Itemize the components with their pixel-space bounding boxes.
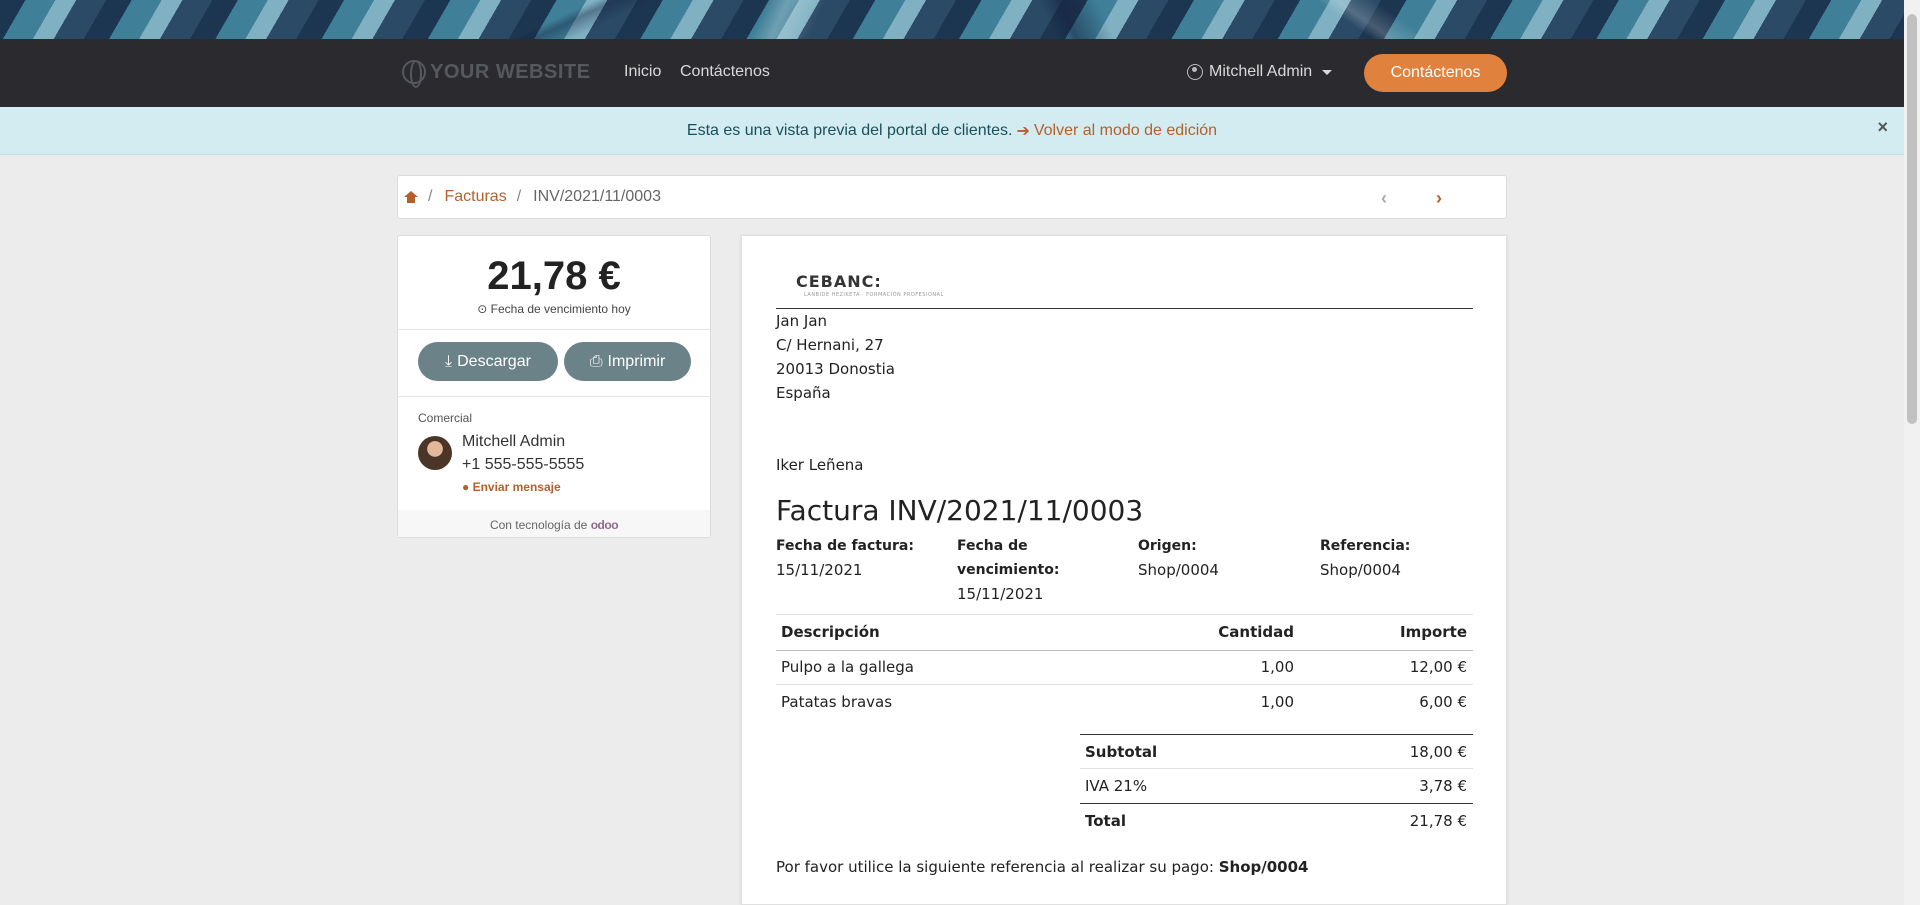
reference-value: Shop/0004 xyxy=(1320,561,1401,579)
print-button[interactable]: ⎙ Imprimir xyxy=(564,342,691,381)
header-rule xyxy=(776,308,1473,309)
payment-reference: Shop/0004 xyxy=(1218,858,1309,876)
odoo-logo[interactable]: odoo xyxy=(591,518,619,532)
download-button[interactable]: ⤓ Descargar xyxy=(418,342,558,381)
print-label: Imprimir xyxy=(607,352,666,370)
send-message-label: Enviar mensaje xyxy=(472,480,561,494)
totals-rule xyxy=(1080,734,1473,735)
invoice-date-label: Fecha de factura: xyxy=(776,538,914,554)
divider xyxy=(398,329,710,330)
column-header-quantity: Cantidad xyxy=(1218,623,1294,641)
due-date: 15/11/2021 xyxy=(957,585,1044,603)
column-header-amount: Importe xyxy=(1400,623,1467,641)
line-description: Pulpo a la gallega xyxy=(781,658,915,676)
company-tagline: LANBIDE HEZIKETA · FORMACIÓN PROFESIONAL xyxy=(804,292,944,298)
powered-by-text: Con tecnología de xyxy=(489,518,588,532)
breadcrumb-current: INV/2021/11/0003 xyxy=(533,188,661,205)
subtotal-value: 18,00 € xyxy=(1409,743,1467,761)
comment-icon: ● xyxy=(462,480,470,494)
salesperson-name: Mitchell Admin xyxy=(462,433,566,450)
payment-note-text: Por favor utilice la siguiente referenci… xyxy=(776,858,1214,876)
portal-preview-alert: Esta es una vista previa del portal de c… xyxy=(0,107,1904,155)
line-quantity: 1,00 xyxy=(1260,693,1294,711)
line-description: Patatas bravas xyxy=(781,693,893,711)
table-rule xyxy=(776,614,1473,615)
tax-value: 3,78 € xyxy=(1419,777,1467,795)
company-address-line: 20013 Donostia xyxy=(776,360,895,378)
origin-label: Origen: xyxy=(1138,538,1197,554)
due-date-label: vencimiento: xyxy=(957,562,1060,578)
breadcrumb: / Facturas / INV/2021/11/0003 xyxy=(397,175,1507,219)
back-to-edit-link[interactable]: Volver al modo de edición xyxy=(1034,122,1217,140)
caret-down-icon xyxy=(1322,69,1333,75)
payment-reference-note: Por favor utilice la siguiente referenci… xyxy=(776,858,1308,876)
clock-icon: ⊙ xyxy=(477,302,488,316)
breadcrumb-separator: / xyxy=(428,188,433,205)
origin-value: Shop/0004 xyxy=(1138,561,1219,579)
customer-name: Iker Leñena xyxy=(776,456,864,474)
total-label: Total xyxy=(1085,812,1126,830)
tax-label: IVA 21% xyxy=(1085,777,1148,795)
breadcrumb-facturas[interactable]: Facturas xyxy=(444,188,506,206)
salesperson-heading: Comercial xyxy=(418,411,473,425)
contact-us-button[interactable]: Contáctenos xyxy=(1364,54,1507,92)
table-rule xyxy=(776,684,1473,685)
header-banner-image xyxy=(0,0,1904,39)
download-icon: ⤓ xyxy=(445,352,453,370)
invoice-title: Factura INV/2021/11/0003 xyxy=(776,494,1144,527)
column-header-description: Descripción xyxy=(781,623,880,641)
salesperson-phone: +1 555-555-5555 xyxy=(462,456,585,473)
navbar xyxy=(0,39,1904,107)
download-label: Descargar xyxy=(457,352,531,370)
company-address-line: España xyxy=(776,384,831,402)
prev-record-icon[interactable]: ‹ xyxy=(1381,188,1387,209)
breadcrumb-separator: / xyxy=(516,188,522,205)
line-amount: 12,00 € xyxy=(1409,658,1467,676)
company-address-line: Jan Jan xyxy=(776,312,828,330)
alert-text: Esta es una vista previa del portal de c… xyxy=(686,121,1013,139)
due-date-text: Fecha de vencimiento hoy xyxy=(490,302,631,316)
line-amount: 6,00 € xyxy=(1419,693,1467,711)
arrow-right-icon: ➔ xyxy=(1016,122,1030,140)
line-quantity: 1,00 xyxy=(1260,658,1294,676)
site-logo[interactable]: YOUR WEBSITE xyxy=(402,60,591,88)
avatar xyxy=(418,436,452,470)
next-record-icon[interactable]: › xyxy=(1436,188,1442,209)
nav-link-inicio[interactable]: Inicio xyxy=(624,63,661,81)
nav-link-contactenos[interactable]: Contáctenos xyxy=(680,63,770,81)
user-circle-icon xyxy=(1187,64,1203,80)
due-date-label: Fecha de xyxy=(957,538,1028,554)
reference-label: Referencia: xyxy=(1320,538,1411,554)
send-message-link[interactable]: ● Enviar mensaje xyxy=(462,480,561,494)
totals-rule xyxy=(1080,803,1473,804)
site-logo-text: YOUR WEBSITE xyxy=(430,60,591,83)
company-address-line: C/ Hernani, 27 xyxy=(776,336,884,354)
user-menu-dropdown[interactable]: Mitchell Admin xyxy=(1187,63,1333,81)
due-date-note: ⊙ Fecha de vencimiento hoy xyxy=(398,302,710,316)
totals-rule xyxy=(1080,768,1473,769)
printer-icon: ⎙ xyxy=(589,352,603,370)
table-rule xyxy=(776,650,1473,651)
close-icon[interactable]: × xyxy=(1877,117,1888,138)
total-value: 21,78 € xyxy=(1409,812,1467,830)
globe-icon xyxy=(402,60,426,88)
home-icon[interactable] xyxy=(404,191,418,203)
invoice-sidebar: 21,78 € ⊙ Fecha de vencimiento hoy ⤓ Des… xyxy=(397,235,711,538)
scrollbar-thumb[interactable] xyxy=(1907,14,1917,424)
invoice-document: CEBANC: LANBIDE HEZIKETA · FORMACIÓN PRO… xyxy=(741,235,1507,905)
page-scrollbar[interactable] xyxy=(1904,0,1920,905)
company-logo: CEBANC: xyxy=(796,272,882,291)
amount-due: 21,78 € xyxy=(487,254,621,298)
invoice-date: 15/11/2021 xyxy=(776,561,863,579)
user-name: Mitchell Admin xyxy=(1209,63,1313,80)
powered-by: Con tecnología de odoo xyxy=(398,510,710,537)
divider xyxy=(398,396,710,397)
subtotal-label: Subtotal xyxy=(1085,743,1158,761)
